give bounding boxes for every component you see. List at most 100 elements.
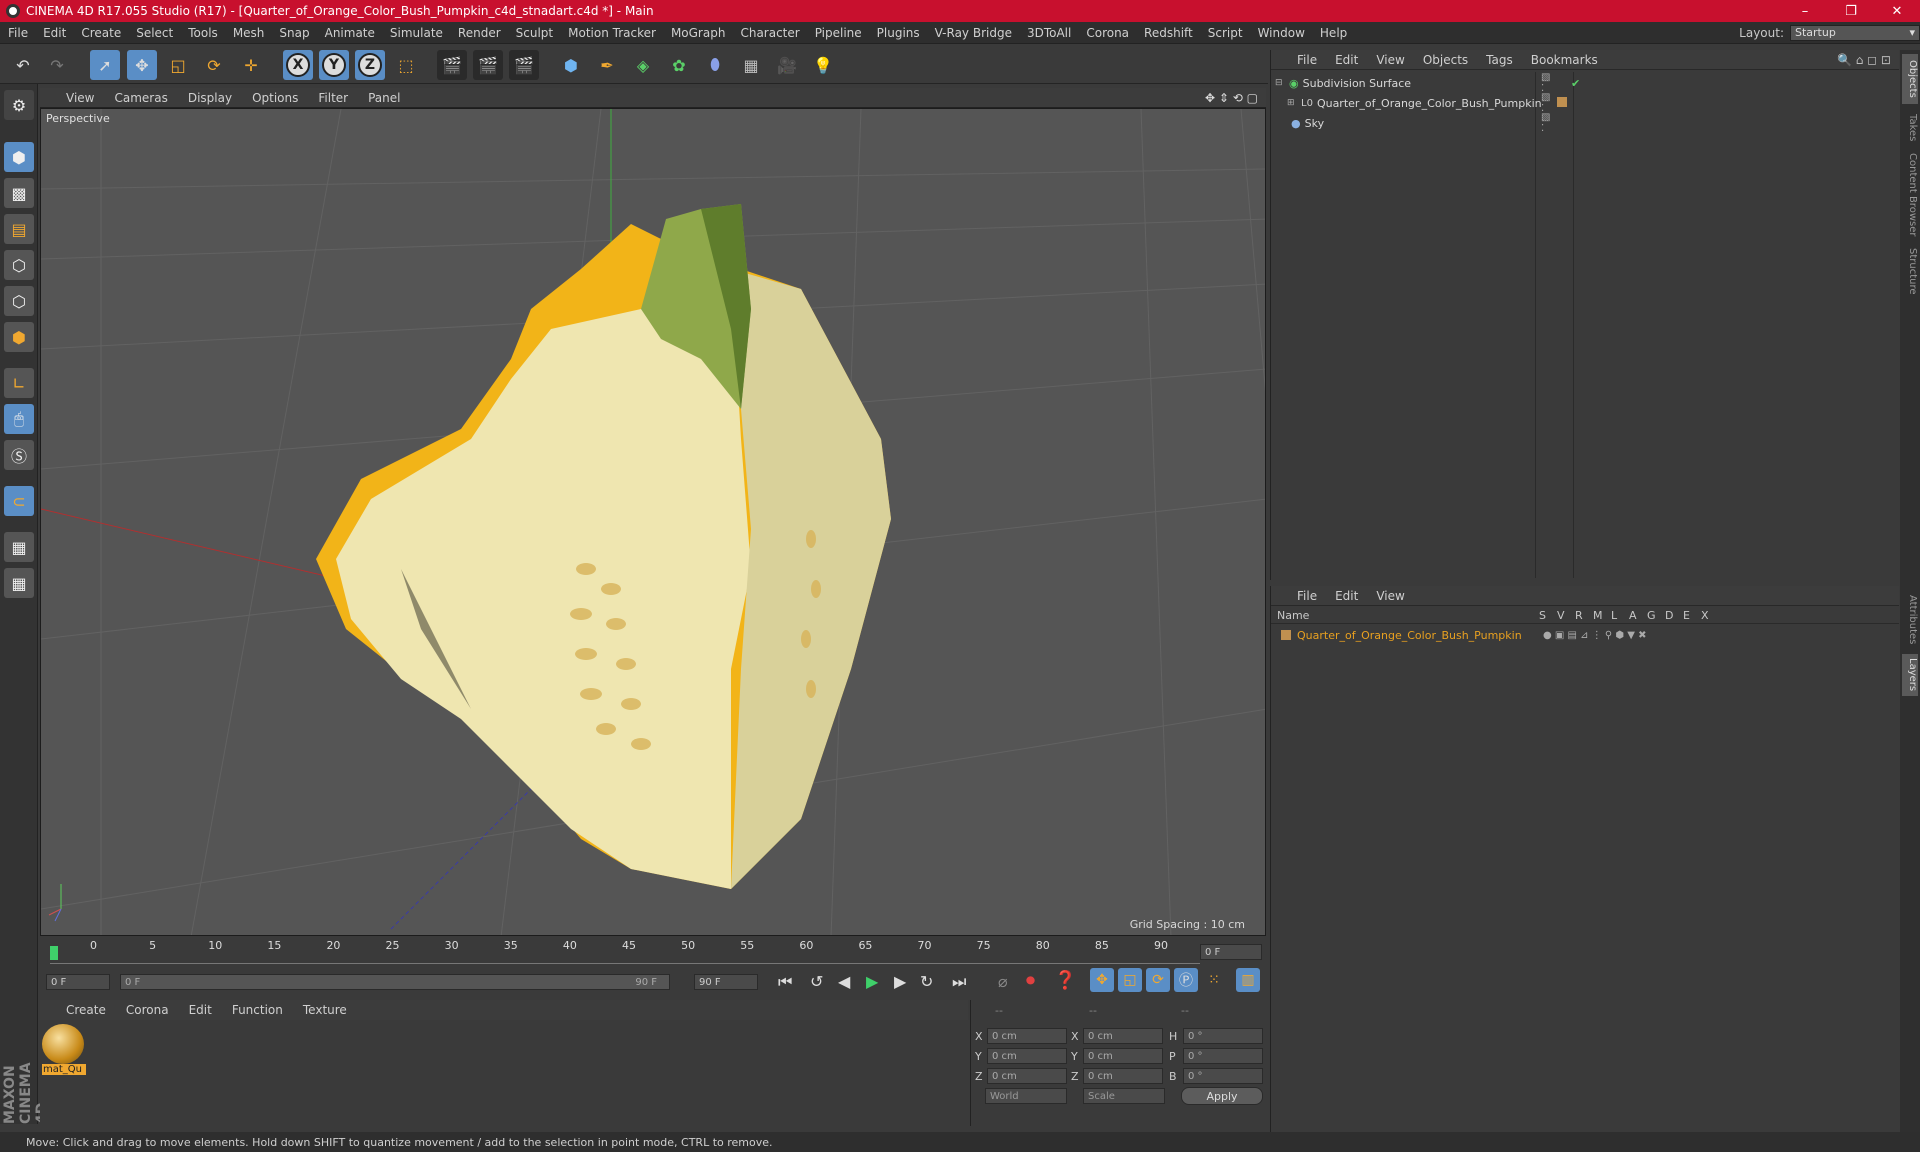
menu-script[interactable]: Script <box>1208 26 1243 40</box>
pumpkin-model[interactable] <box>316 204 891 889</box>
goto-next-key-icon[interactable]: ↻ <box>920 972 933 991</box>
transform-tool-button[interactable]: ✛ <box>236 50 266 80</box>
goto-end-icon[interactable]: ⏭ <box>952 972 966 992</box>
object-manager-search-icons[interactable]: 🔍 ⌂ ◻ ⊡ <box>1837 53 1891 67</box>
record-keys-icon[interactable]: ⌀ <box>998 972 1008 991</box>
menu-mesh[interactable]: Mesh <box>233 26 265 40</box>
menu-vray-bridge[interactable]: V-Ray Bridge <box>935 26 1012 40</box>
enable-axis-button[interactable]: ∟ <box>4 368 34 398</box>
layer-row[interactable]: Quarter_of_Orange_Color_Bush_Pumpkin ● ▣… <box>1281 626 1647 644</box>
key-rotation-button[interactable]: ⟳ <box>1146 968 1170 992</box>
camera-button[interactable]: 🎥 <box>772 50 802 80</box>
viewport-menu-panel[interactable]: Panel <box>368 91 400 105</box>
tab-structure[interactable]: Structure <box>1902 244 1918 298</box>
rotation-b-field[interactable]: 0 ° <box>1183 1068 1263 1084</box>
start-frame-field[interactable]: 0 F <box>46 974 110 990</box>
menu-render[interactable]: Render <box>458 26 501 40</box>
tab-takes[interactable]: Takes <box>1902 108 1918 148</box>
workplane-mode-button[interactable]: ▤ <box>4 214 34 244</box>
menu-mograph[interactable]: MoGraph <box>671 26 726 40</box>
menu-pipeline[interactable]: Pipeline <box>815 26 862 40</box>
frame-range-slider[interactable]: 0 F 90 F <box>120 974 670 990</box>
tweak-mode-button[interactable]: 🖱 <box>4 404 34 434</box>
viewport-menu-filter[interactable]: Filter <box>318 91 348 105</box>
size-x-field[interactable]: 0 cm <box>1083 1028 1163 1044</box>
planar-workplane-button[interactable]: ▦ <box>4 568 34 598</box>
enabled-check-icon[interactable]: ✔ <box>1571 77 1580 90</box>
menu-file[interactable]: File <box>8 26 28 40</box>
material-swatch[interactable]: mat_Qu <box>42 1024 86 1080</box>
menu-help[interactable]: Help <box>1320 26 1347 40</box>
size-y-field[interactable]: 0 cm <box>1083 1048 1163 1064</box>
object-row-subdivision-surface[interactable]: ⊟ ◉ Subdivision Surface ▧ ⁚ ✔ <box>1275 72 1580 94</box>
rotation-h-field[interactable]: 0 ° <box>1183 1028 1263 1044</box>
menu-redshift[interactable]: Redshift <box>1144 26 1193 40</box>
menu-window[interactable]: Window <box>1258 26 1305 40</box>
object-row-pumpkin[interactable]: ⊞ L0 Quarter_of_Orange_Color_Bush_Pumpki… <box>1287 92 1567 114</box>
scale-tool-button[interactable]: ◱ <box>163 50 193 80</box>
layer-color-icon[interactable] <box>1281 630 1291 640</box>
pen-spline-button[interactable]: ✒ <box>592 50 622 80</box>
z-axis-button[interactable]: Z <box>355 50 385 80</box>
material-menu-function[interactable]: Function <box>232 1003 283 1017</box>
undo-button[interactable]: ↶ <box>8 50 38 80</box>
render-view-button[interactable]: 🎬 <box>437 50 467 80</box>
autokey-icon[interactable]: ⏺ <box>1026 970 1035 991</box>
next-frame-icon[interactable]: ▶ <box>894 972 906 991</box>
menu-snap[interactable]: Snap <box>279 26 309 40</box>
light-button[interactable]: 💡 <box>808 50 838 80</box>
menu-select[interactable]: Select <box>136 26 173 40</box>
viewport-menu-cameras[interactable]: Cameras <box>114 91 167 105</box>
object-menu-objects[interactable]: Objects <box>1423 53 1468 67</box>
live-selection-button[interactable]: ➚ <box>90 50 120 80</box>
object-flags[interactable]: ▧ ⁚ <box>1541 92 1550 114</box>
floor-button[interactable]: ▦ <box>736 50 766 80</box>
material-menu-create[interactable]: Create <box>66 1003 106 1017</box>
edges-mode-button[interactable]: ⬡ <box>4 286 34 316</box>
lock-workplane-button[interactable]: ▦ <box>4 532 34 562</box>
key-pla-button[interactable]: ⁙ <box>1202 968 1226 992</box>
key-parameter-button[interactable]: Ⓟ <box>1174 968 1198 992</box>
tab-objects[interactable]: Objects <box>1902 54 1918 104</box>
menu-motion-tracker[interactable]: Motion Tracker <box>568 26 656 40</box>
object-flags[interactable]: ▧ ⁚ <box>1541 72 1550 94</box>
object-menu-edit[interactable]: Edit <box>1335 53 1358 67</box>
keyframe-selection-icon[interactable]: ❓ <box>1054 970 1076 991</box>
collapse-icon[interactable]: ⊟ <box>1275 78 1285 88</box>
object-flags[interactable]: ▧ ⁚ <box>1541 112 1550 134</box>
menu-simulate[interactable]: Simulate <box>390 26 443 40</box>
material-menu-corona[interactable]: Corona <box>126 1003 169 1017</box>
menu-animate[interactable]: Animate <box>325 26 375 40</box>
layer-menu-file[interactable]: File <box>1297 589 1317 603</box>
object-menu-tags[interactable]: Tags <box>1486 53 1513 67</box>
end-frame-field[interactable]: 90 F <box>694 974 758 990</box>
layer-menu-view[interactable]: View <box>1376 589 1404 603</box>
menu-character[interactable]: Character <box>740 26 799 40</box>
position-z-field[interactable]: 0 cm <box>987 1068 1067 1084</box>
x-axis-button[interactable]: X <box>283 50 313 80</box>
snap-button[interactable]: ⊂ <box>4 486 34 516</box>
viewport-menu-options[interactable]: Options <box>252 91 298 105</box>
menu-3dtoall[interactable]: 3DToAll <box>1027 26 1071 40</box>
apply-button[interactable]: Apply <box>1181 1087 1263 1105</box>
goto-previous-key-icon[interactable]: ↺ <box>810 972 823 991</box>
tab-attributes[interactable]: Attributes <box>1902 590 1918 650</box>
tab-layers[interactable]: Layers <box>1902 654 1918 696</box>
playhead[interactable] <box>50 946 58 960</box>
current-frame-field[interactable]: 0 F <box>1200 944 1262 960</box>
timeline-window-button[interactable]: ▥ <box>1236 968 1260 992</box>
render-picture-viewer-button[interactable]: 🎬 <box>473 50 503 80</box>
cube-button[interactable]: ⬢ <box>556 50 586 80</box>
menu-corona[interactable]: Corona <box>1086 26 1129 40</box>
layer-flag-icons[interactable]: ● ▣ ▤ ⊿ ⋮ ⚲ ⬢ ▼ ✖ <box>1543 630 1647 641</box>
make-editable-button[interactable]: ⚙ <box>4 90 34 120</box>
maximize-button[interactable]: ❐ <box>1828 4 1874 19</box>
key-position-button[interactable]: ✥ <box>1090 968 1114 992</box>
position-x-field[interactable]: 0 cm <box>987 1028 1067 1044</box>
model-mode-button[interactable]: ⬢ <box>4 142 34 172</box>
viewport-menu-view[interactable]: View <box>66 91 94 105</box>
coordinate-mode-select[interactable]: World <box>985 1088 1067 1104</box>
points-mode-button[interactable]: ⬡ <box>4 250 34 280</box>
menu-create[interactable]: Create <box>81 26 121 40</box>
position-y-field[interactable]: 0 cm <box>987 1048 1067 1064</box>
